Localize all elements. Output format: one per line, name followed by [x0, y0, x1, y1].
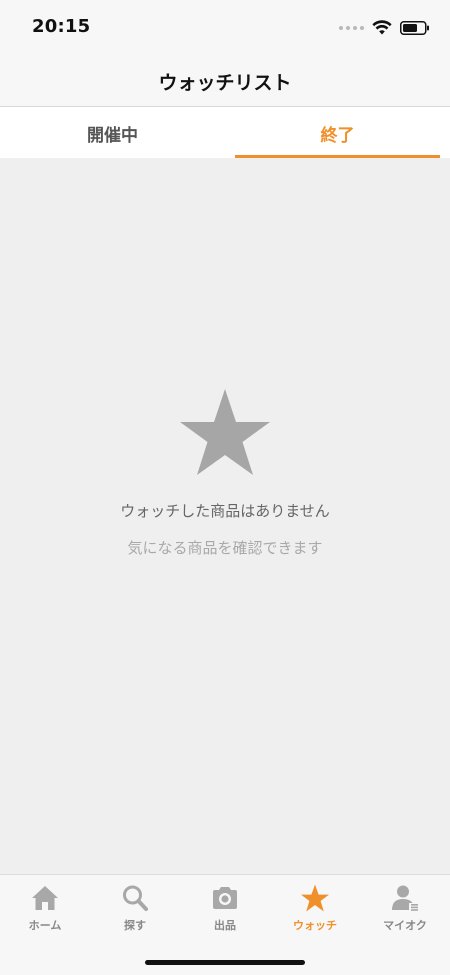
- status-bar: 20:15: [0, 0, 450, 56]
- status-time: 20:15: [32, 16, 91, 37]
- empty-state-subtitle: 気になる商品を確認できます: [127, 539, 323, 557]
- nav-item-watch[interactable]: ウォッチ: [270, 875, 360, 941]
- star-icon: [301, 884, 329, 912]
- nav-label-sell: 出品: [214, 919, 236, 932]
- star-icon: [180, 389, 270, 475]
- home-icon: [32, 886, 58, 910]
- nav-item-search[interactable]: 探す: [90, 875, 180, 941]
- camera-icon: [213, 887, 237, 909]
- tab-bar: 開催中 終了: [0, 107, 450, 158]
- nav-label-search: 探す: [124, 919, 146, 932]
- empty-state-title: ウォッチした商品はありません: [120, 502, 330, 520]
- tab-ongoing[interactable]: 開催中: [0, 107, 225, 158]
- user-icon: [392, 885, 418, 911]
- tab-ongoing-label: 開催中: [87, 126, 138, 146]
- home-indicator[interactable]: [145, 960, 305, 965]
- bottom-tab-bar: ホーム 探す 出品 ウォッチ マイオク: [0, 874, 450, 975]
- nav-label-watch: ウォッチ: [293, 919, 337, 932]
- battery-icon: [400, 21, 429, 35]
- nav-label-home: ホーム: [28, 919, 62, 932]
- empty-state: ウォッチした商品はありません 気になる商品を確認できます: [0, 388, 450, 558]
- navigation-bar: ウォッチリスト: [0, 56, 450, 107]
- nav-item-my-auction[interactable]: マイオク: [360, 875, 450, 941]
- nav-item-sell[interactable]: 出品: [180, 875, 270, 941]
- tab-ended[interactable]: 終了: [225, 107, 450, 158]
- tab-ended-label: 終了: [320, 126, 355, 146]
- nav-label-my-auction: マイオク: [383, 919, 427, 932]
- active-tab-indicator: [235, 155, 440, 158]
- cellular-signal-icon: [339, 26, 364, 30]
- status-indicators: [339, 18, 430, 38]
- nav-item-home[interactable]: ホーム: [0, 875, 90, 941]
- page-title: ウォッチリスト: [158, 72, 292, 94]
- wifi-icon: [372, 20, 392, 35]
- search-icon: [123, 885, 148, 911]
